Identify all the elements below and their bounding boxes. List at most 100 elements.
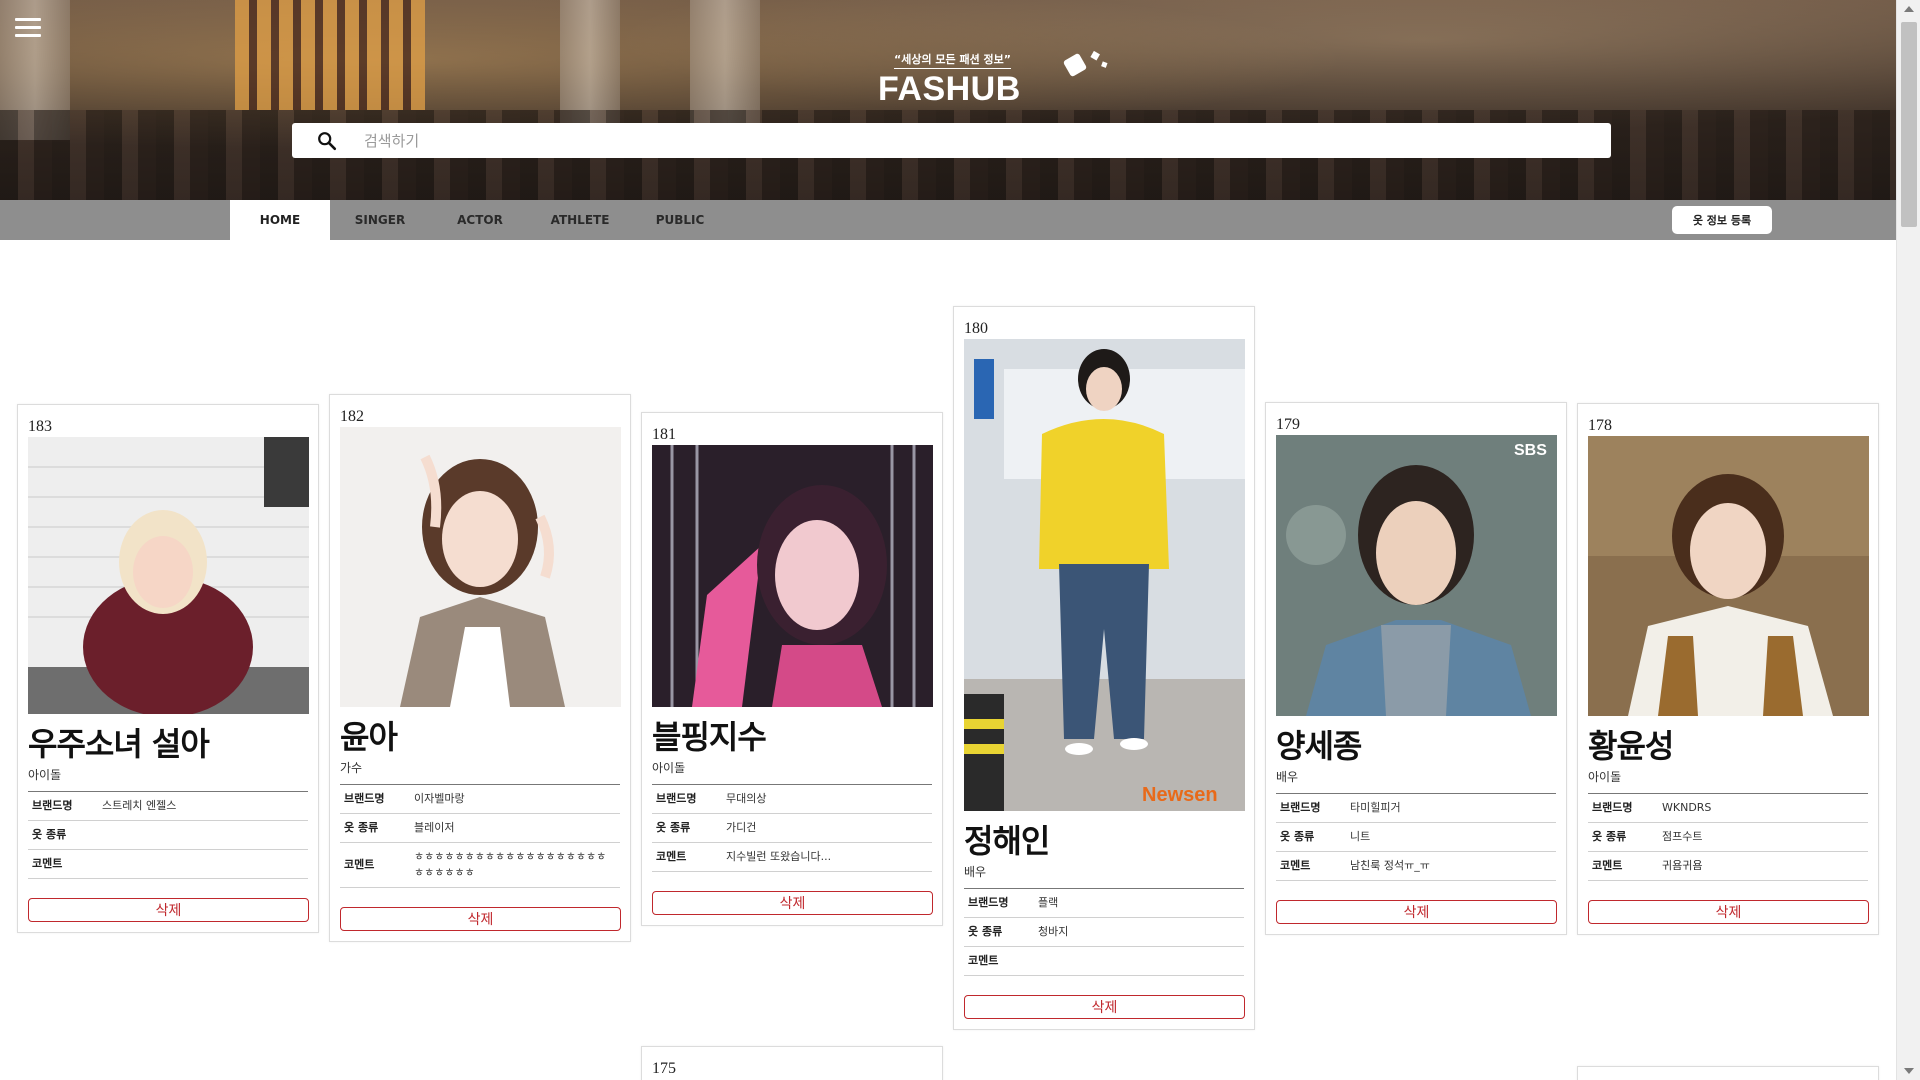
sbs-watermark: SBS bbox=[1514, 442, 1547, 459]
clothes-value: 가디건 bbox=[722, 813, 932, 843]
celebrity-card: 183 우주소녀 설아 아이돌 브랜드명 스트레치 엔젤스 옷 종류 코멘트 삭제 bbox=[17, 404, 319, 933]
card-number: 180 bbox=[964, 320, 988, 337]
celebrity-photo: Newsen bbox=[964, 339, 1245, 811]
delete-button[interactable]: 삭제 bbox=[652, 891, 933, 915]
comment-label: 코멘트 bbox=[652, 842, 722, 872]
celebrity-card: 181 블핑지수 아이돌 브랜드명 무대의상 옷 종류 가디건 코멘트 지수빌런 또왔… bbox=[641, 412, 943, 926]
celebrity-photo bbox=[340, 427, 621, 707]
logo-tagline: “세상의 모든 패션 정보” bbox=[894, 51, 1012, 69]
tab-athlete[interactable]: ATHLETE bbox=[530, 200, 630, 240]
delete-button[interactable]: 삭제 bbox=[28, 898, 309, 922]
scroll-down-icon[interactable] bbox=[1904, 1068, 1914, 1074]
search-icon[interactable] bbox=[316, 130, 338, 152]
comment-value: 지수빌런 또왔습니다... bbox=[722, 842, 932, 872]
brand-row: 브랜드명 타미힐피거 bbox=[1276, 794, 1556, 823]
search-input[interactable] bbox=[364, 131, 1564, 150]
brand-row: 브랜드명 이자벨마랑 bbox=[340, 785, 620, 814]
card-number: 178 bbox=[1588, 417, 1612, 434]
delete-button[interactable]: 삭제 bbox=[340, 907, 621, 931]
menu-icon[interactable] bbox=[15, 18, 41, 40]
comment-label: 코멘트 bbox=[340, 842, 410, 888]
clothes-value: 블레이저 bbox=[410, 813, 620, 843]
clothes-value bbox=[98, 820, 308, 850]
celebrity-category: 아이돌 bbox=[28, 766, 308, 792]
page-scrollbar[interactable] bbox=[1896, 0, 1920, 1080]
clothes-info-table: 브랜드명 스트레치 엔젤스 옷 종류 코멘트 bbox=[28, 792, 308, 879]
comment-row: 코멘트 남친룩 정석ㅠ_ㅠ bbox=[1276, 851, 1556, 881]
celebrity-card: 178 황윤성 아이돌 브랜드명 WKNDRS 옷 종류 점프수트 코멘트 귀욤귀욤 … bbox=[1577, 403, 1879, 935]
delete-button[interactable]: 삭제 bbox=[1276, 900, 1557, 924]
brand-value: 타미힐피거 bbox=[1346, 794, 1556, 823]
clothes-value: 니트 bbox=[1346, 822, 1556, 852]
brand-value: 이자벨마랑 bbox=[410, 785, 620, 814]
celebrity-card bbox=[1577, 1066, 1879, 1080]
brand-row: 브랜드명 스트레치 엔젤스 bbox=[28, 792, 308, 821]
celebrity-name: 우주소녀 설아 bbox=[28, 725, 210, 763]
celebrity-name: 블핑지수 bbox=[652, 718, 767, 756]
card-number: 179 bbox=[1276, 416, 1300, 433]
brand-value: 무대의상 bbox=[722, 785, 932, 814]
tab-actor[interactable]: ACTOR bbox=[430, 200, 530, 240]
celebrity-photo bbox=[1588, 436, 1869, 716]
celebrity-category: 아이돌 bbox=[1588, 768, 1868, 794]
clothes-label: 옷 종류 bbox=[964, 917, 1034, 947]
comment-row: 코멘트 ㅎㅎㅎㅎㅎㅎㅎㅎㅎㅎㅎㅎㅎㅎㅎㅎㅎㅎㅎㅎㅎㅎㅎㅎㅎ bbox=[340, 842, 620, 888]
clothes-row: 옷 종류 점프수트 bbox=[1588, 822, 1868, 852]
clothes-info-table: 브랜드명 무대의상 옷 종류 가디건 코멘트 지수빌런 또왔습니다... bbox=[652, 785, 932, 872]
celebrity-name: 정해인 bbox=[964, 822, 1050, 860]
clothes-info-table: 브랜드명 플랙 옷 종류 청바지 코멘트 bbox=[964, 889, 1244, 976]
category-nav: HOME SINGER ACTOR ATHLETE PUBLIC bbox=[0, 200, 1896, 240]
celebrity-photo: SBS bbox=[1276, 435, 1557, 716]
scrollbar-thumb[interactable] bbox=[1901, 22, 1917, 227]
clothes-info-table: 브랜드명 WKNDRS 옷 종류 점프수트 코멘트 귀욤귀욤 bbox=[1588, 794, 1868, 881]
clothes-row: 옷 종류 청바지 bbox=[964, 917, 1244, 947]
banner-storefront bbox=[235, 0, 425, 110]
delete-button[interactable]: 삭제 bbox=[964, 995, 1245, 1019]
newsen-watermark: Newsen bbox=[1142, 784, 1218, 806]
tab-home[interactable]: HOME bbox=[230, 200, 330, 240]
celebrity-name: 윤아 bbox=[340, 718, 398, 756]
brand-label: 브랜드명 bbox=[1588, 794, 1658, 823]
tab-public[interactable]: PUBLIC bbox=[630, 200, 730, 240]
clothes-label: 옷 종류 bbox=[652, 813, 722, 843]
delete-button[interactable]: 삭제 bbox=[1588, 900, 1869, 924]
tab-singer[interactable]: SINGER bbox=[330, 200, 430, 240]
celebrity-category: 배우 bbox=[964, 863, 1244, 889]
fashub-logo[interactable]: “세상의 모든 패션 정보” FASHUB bbox=[878, 48, 1108, 108]
comment-label: 코멘트 bbox=[1276, 851, 1346, 881]
clothes-label: 옷 종류 bbox=[28, 820, 98, 850]
comment-label: 코멘트 bbox=[964, 946, 1034, 976]
celebrity-category: 아이돌 bbox=[652, 759, 932, 785]
brand-value: 스트레치 엔젤스 bbox=[98, 792, 308, 821]
celebrity-name: 황윤성 bbox=[1588, 727, 1674, 765]
brand-value: WKNDRS bbox=[1658, 794, 1868, 823]
brand-row: 브랜드명 WKNDRS bbox=[1588, 794, 1868, 823]
clothes-label: 옷 종류 bbox=[1276, 822, 1346, 852]
register-clothes-button[interactable]: 옷 정보 등록 bbox=[1672, 206, 1772, 234]
clothes-value: 점프수트 bbox=[1658, 822, 1868, 852]
comment-label: 코멘트 bbox=[1588, 851, 1658, 881]
celebrity-card: 180 Newsen 정해인 배우 브랜드명 플랙 옷 종류 청바지 코멘트 삭제 bbox=[953, 306, 1255, 1030]
brand-value: 플랙 bbox=[1034, 889, 1244, 918]
celebrity-photo bbox=[28, 437, 309, 714]
clothes-row: 옷 종류 bbox=[28, 820, 308, 850]
comment-value: 남친룩 정석ㅠ_ㅠ bbox=[1346, 851, 1556, 881]
comment-value bbox=[1034, 946, 1244, 976]
brand-label: 브랜드명 bbox=[964, 889, 1034, 918]
clothes-value: 청바지 bbox=[1034, 917, 1244, 947]
brand-row: 브랜드명 무대의상 bbox=[652, 785, 932, 814]
card-number: 175 bbox=[652, 1060, 676, 1077]
card-number: 183 bbox=[28, 418, 52, 435]
comment-row: 코멘트 귀욤귀욤 bbox=[1588, 851, 1868, 881]
celebrity-card: 182 윤아 가수 브랜드명 이자벨마랑 옷 종류 블레이저 코멘트 ㅎㅎㅎㅎㅎㅎㅎㅎ… bbox=[329, 394, 631, 942]
brand-label: 브랜드명 bbox=[652, 785, 722, 814]
clothes-label: 옷 종류 bbox=[340, 813, 410, 843]
celebrity-card: 175 bbox=[641, 1046, 943, 1080]
scroll-up-icon[interactable] bbox=[1904, 6, 1914, 12]
comment-row: 코멘트 지수빌런 또왔습니다... bbox=[652, 842, 932, 872]
header-banner: “세상의 모든 패션 정보” FASHUB bbox=[0, 0, 1896, 200]
logo-cube-icon bbox=[1063, 50, 1108, 77]
comment-value: ㅎㅎㅎㅎㅎㅎㅎㅎㅎㅎㅎㅎㅎㅎㅎㅎㅎㅎㅎㅎㅎㅎㅎㅎㅎ bbox=[410, 842, 620, 888]
search-bar[interactable] bbox=[292, 123, 1611, 158]
clothes-label: 옷 종류 bbox=[1588, 822, 1658, 852]
